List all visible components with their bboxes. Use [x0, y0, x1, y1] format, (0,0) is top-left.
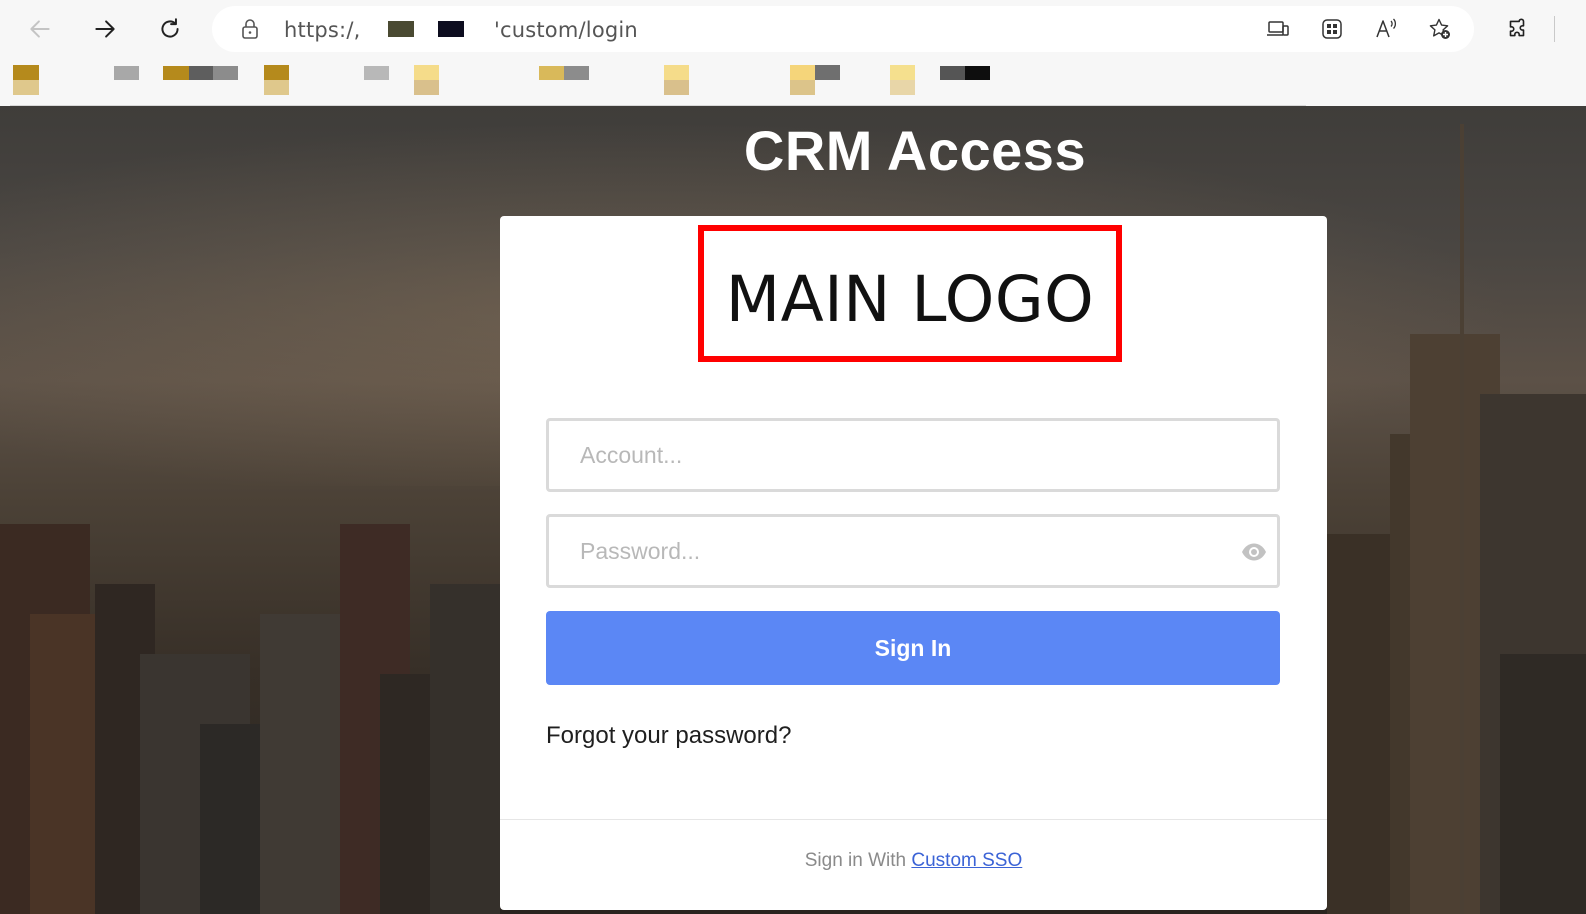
read-aloud-icon [1376, 18, 1397, 38]
devices-icon [1267, 21, 1289, 36]
read-aloud-button[interactable] [1372, 15, 1400, 43]
logo-text: MAIN LOGO [725, 263, 1095, 336]
extensions-button[interactable] [1500, 12, 1534, 46]
password-field [546, 514, 1280, 588]
refresh-button[interactable] [150, 9, 190, 49]
eye-icon[interactable] [1241, 541, 1267, 563]
bookmark-item[interactable] [364, 66, 389, 80]
bookmark-item[interactable] [790, 65, 840, 95]
add-favorite-button[interactable] [1426, 15, 1454, 43]
apps-icon [1322, 19, 1342, 39]
bookmark-item[interactable] [664, 65, 689, 95]
apps-button[interactable] [1318, 15, 1346, 43]
devices-button[interactable] [1264, 15, 1292, 43]
bookmark-item[interactable] [163, 66, 238, 80]
lock-icon [242, 19, 258, 39]
password-input[interactable] [549, 517, 1277, 585]
bookmark-item[interactable] [414, 65, 439, 95]
page-title: CRM Access [743, 119, 1087, 182]
bookmark-item[interactable] [890, 65, 915, 95]
back-arrow-icon [30, 20, 50, 38]
login-card: MAIN LOGO Sign In Forgot your password? … [500, 216, 1327, 910]
url-redaction [438, 21, 464, 37]
account-input[interactable] [549, 421, 1277, 489]
card-divider [500, 819, 1327, 820]
url-path: 'custom/login [494, 18, 638, 42]
url-prefix: https:/, [284, 18, 361, 42]
bookmark-item[interactable] [264, 65, 289, 95]
toolbar-separator [1554, 16, 1555, 42]
account-field [546, 418, 1280, 492]
browser-toolbar: https:/, 'custom/login [0, 0, 1586, 58]
forgot-password-link[interactable]: Forgot your password? [546, 722, 791, 750]
bookmark-item[interactable] [539, 66, 589, 80]
sign-in-button[interactable]: Sign In [546, 611, 1280, 685]
bookmark-item[interactable] [940, 66, 990, 80]
forward-button[interactable] [85, 9, 125, 49]
url-redaction [388, 21, 414, 37]
address-bar[interactable]: https:/, 'custom/login [212, 6, 1474, 52]
custom-sso-link[interactable]: Custom SSO [911, 850, 1022, 871]
sso-line: Sign in With Custom SSO [500, 850, 1327, 872]
add-favorite-icon [1429, 18, 1450, 39]
refresh-icon [161, 18, 179, 38]
back-button[interactable] [20, 9, 60, 49]
sso-prefix: Sign in With [804, 850, 907, 871]
bookmark-item[interactable] [114, 66, 139, 80]
main-logo: MAIN LOGO [698, 225, 1122, 362]
puzzle-icon [1509, 18, 1525, 37]
bookmarks-bar [0, 58, 1586, 106]
forward-arrow-icon [95, 20, 115, 38]
bookmark-item[interactable] [13, 65, 39, 95]
